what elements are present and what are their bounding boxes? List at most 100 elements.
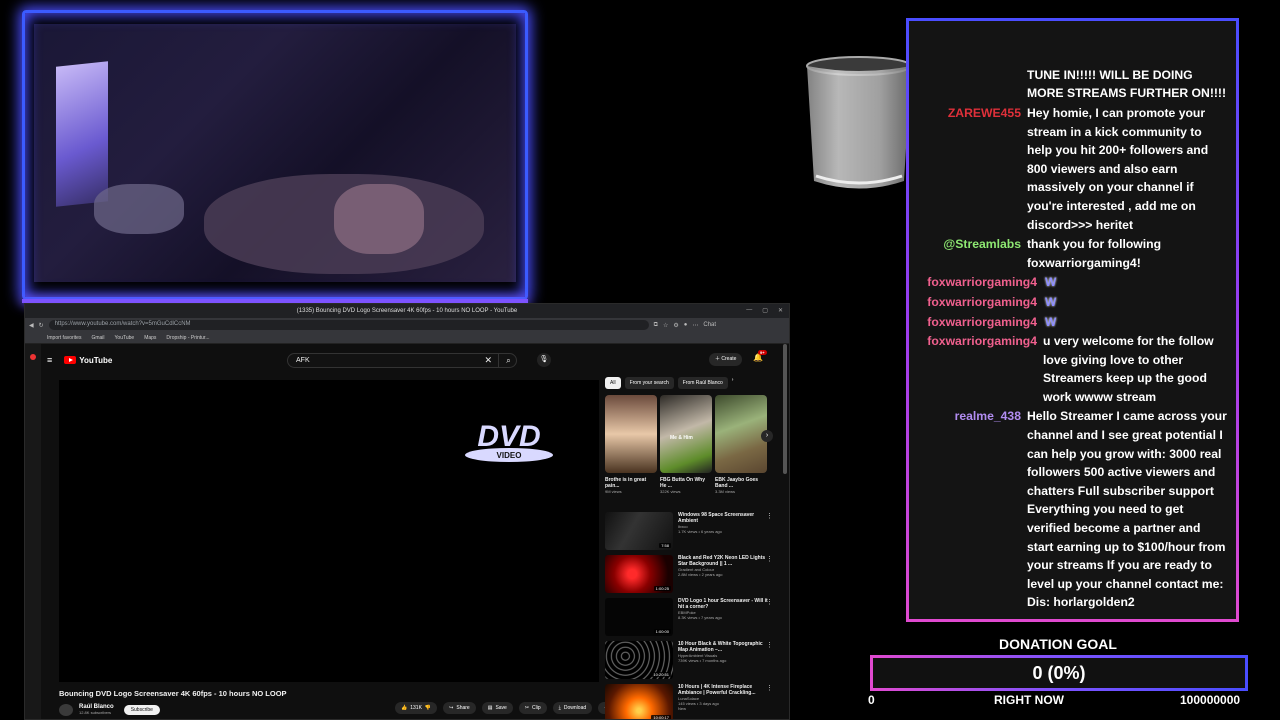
recommended-title[interactable]: DVD Logo 1 hour Screensaver - Will it hi… [678, 598, 768, 610]
chat-username[interactable]: ZAREWE455 [909, 104, 1027, 234]
chip-from-search[interactable]: From your search [624, 377, 674, 389]
page-scrollbar[interactable] [783, 344, 787, 474]
video-thumbnail[interactable]: 7:58 [605, 512, 673, 550]
side-strip-icon[interactable] [30, 354, 36, 360]
short-thumbnail[interactable] [605, 395, 657, 473]
search-input[interactable]: AFK ✕ ⌕ [287, 353, 517, 368]
hamburger-menu-icon[interactable]: ≡ [47, 355, 52, 365]
subscribe-button[interactable]: Subscribe [123, 705, 160, 715]
recommended-video[interactable]: 7:58 Windows 98 Space Screensaver Ambient… [605, 512, 773, 554]
recommended-video[interactable]: 10:00:17 10 Hours | 4K Intense Fireplace … [605, 684, 773, 720]
video-title: Bouncing DVD Logo Screensaver 4K 60fps -… [59, 689, 287, 698]
more-options-icon[interactable]: ⋮ [766, 684, 773, 692]
short-title[interactable]: EBK Jaaybo Goes Band ... 3.3M views [715, 477, 767, 495]
chat-button[interactable]: Chat [703, 322, 716, 328]
tab-title[interactable]: (1335) Bouncing DVD Logo Screensaver 4K … [297, 308, 517, 314]
browser-menu-icon[interactable]: ⋯ [692, 322, 698, 329]
create-label: Create [721, 356, 737, 362]
more-options-icon[interactable]: ⋮ [766, 555, 773, 563]
chat-message: ZAREWE455 Hey homie, I can promote your s… [909, 104, 1229, 234]
video-thumbnail[interactable]: 1:00:25 [605, 555, 673, 593]
filter-chips: All From your search From Raúl Blanco › [605, 377, 733, 389]
minimize-icon[interactable]: — [746, 307, 752, 314]
short-title-text: Brothe is in great pain... [605, 477, 647, 489]
video-info: 10 Hour Black & White Topographic Map An… [678, 641, 768, 683]
recommended-meta: 739K views • 7 months ago [678, 658, 727, 663]
save-button[interactable]: ▤ Save [481, 702, 513, 714]
recommended-title[interactable]: Black and Red Y2K Neon LED Lights Star B… [678, 555, 768, 567]
youtube-logo[interactable]: YouTube [64, 356, 112, 365]
close-window-icon[interactable]: ✕ [778, 307, 783, 314]
bookmark-item[interactable]: YouTube [115, 335, 135, 341]
extensions-icon[interactable]: ⧉ [654, 322, 658, 329]
more-options-icon[interactable]: ⋮ [766, 598, 773, 606]
download-label: Download [563, 705, 587, 711]
recommendations-list: 7:58 Windows 98 Space Screensaver Ambient… [605, 512, 773, 720]
video-duration: 1:00:00 [653, 629, 671, 634]
notifications-icon[interactable]: 🔔 9+ [753, 350, 767, 362]
w-emote-icon: W [1045, 314, 1057, 329]
recommended-title[interactable]: 10 Hours | 4K Intense Fireplace Ambiance… [678, 684, 768, 696]
profile-icon[interactable]: ● [684, 322, 688, 328]
bookmark-star-icon[interactable]: ☆ [663, 322, 668, 329]
short-thumbnail[interactable]: Me & Him [660, 395, 712, 473]
shorts-next-icon[interactable]: › [761, 430, 773, 442]
chat-username[interactable]: foxwarriorgaming4 [909, 293, 1043, 312]
download-button[interactable]: ⤓ Download [552, 702, 593, 714]
video-duration: 10:00:17 [651, 715, 671, 720]
video-info: DVD Logo 1 hour Screensaver - Will it hi… [678, 598, 768, 640]
chat-username[interactable]: realme_438 [909, 407, 1027, 612]
bookmark-item[interactable]: Maps [144, 335, 156, 341]
short-title[interactable]: FBG Butta On Why He ... 322K views [660, 477, 712, 495]
short-title-text: EBK Jaaybo Goes Band ... [715, 477, 759, 489]
video-thumbnail[interactable]: 10:00:17 [605, 684, 673, 720]
recommended-title[interactable]: 10 Hour Black & White Topographic Map An… [678, 641, 768, 653]
chat-username[interactable]: foxwarriorgaming4 [909, 273, 1043, 292]
recommended-video[interactable]: 1:00:25 Black and Red Y2K Neon LED Lights… [605, 555, 773, 597]
video-thumbnail[interactable]: 10:20:51 [605, 641, 673, 679]
save-label: Save [495, 705, 507, 711]
chip-from-channel[interactable]: From Raúl Blanco [677, 377, 728, 389]
save-icon: ▤ [487, 705, 493, 711]
reload-icon[interactable]: ↻ [39, 322, 44, 329]
url-field[interactable]: https://www.youtube.com/watch?v=5mGuCdlC… [48, 320, 649, 330]
like-button[interactable]: 👍 131K 👎 [395, 702, 438, 714]
more-options-icon[interactable]: ⋮ [766, 512, 773, 520]
chat-text: TUNE IN!!!!! WILL BE DOING MORE STREAMS … [1027, 67, 1227, 101]
chat-username[interactable] [909, 66, 1027, 103]
chat-username[interactable]: foxwarriorgaming4 [909, 313, 1043, 332]
clip-button[interactable]: ✂ Clip [518, 702, 547, 714]
bookmark-item[interactable]: Import favorites [47, 335, 81, 341]
chat-username[interactable]: @Streamlabs [909, 235, 1027, 272]
search-value: AFK [296, 357, 310, 364]
create-button[interactable]: ＋ Create [709, 353, 743, 366]
back-icon[interactable]: ◀ [29, 322, 34, 329]
share-button[interactable]: ↪ Share [443, 702, 476, 714]
channel-avatar[interactable] [59, 704, 73, 716]
maximize-icon[interactable]: ▢ [762, 307, 768, 314]
video-actions: 👍131K👎 ↪Share ▤Save ✂Clip ⤓Download ⋯ [395, 702, 616, 714]
settings-icon[interactable]: ⚙ [673, 322, 678, 329]
more-options-icon[interactable]: ⋮ [766, 641, 773, 649]
donation-progress-bar: 0 (0%) [870, 655, 1248, 691]
recommended-video[interactable]: 1:00:00 DVD Logo 1 hour Screensaver - Wil… [605, 598, 773, 640]
recommended-title[interactable]: Windows 98 Space Screensaver Ambient [678, 512, 768, 524]
video-thumbnail[interactable]: 1:00:00 [605, 598, 673, 636]
search-icon[interactable]: ⌕ [498, 353, 518, 368]
clip-label: Clip [532, 705, 541, 711]
bookmark-item[interactable]: Gmail [91, 335, 104, 341]
short-title[interactable]: Brothe is in great pain... 9M views [605, 477, 657, 495]
recommended-video[interactable]: 10:20:51 10 Hour Black & White Topographi… [605, 641, 773, 683]
donation-goal-title: DONATION GOAL [999, 636, 1117, 652]
short-thumbnail[interactable] [715, 395, 767, 473]
mic-icon[interactable]: 🎙 [537, 353, 551, 367]
clear-search-icon[interactable]: ✕ [484, 355, 492, 366]
video-info: Windows 98 Space Screensaver Ambient Ibxc… [678, 512, 768, 554]
thumbs-up-icon: 👍 [401, 705, 408, 711]
chat-username[interactable]: foxwarriorgaming4 [909, 332, 1043, 406]
video-info: 10 Hours | 4K Intense Fireplace Ambiance… [678, 684, 768, 719]
bookmark-item[interactable]: Dropship - Printur... [166, 335, 209, 341]
chip-all[interactable]: All [605, 377, 621, 389]
chip-next-icon[interactable]: › [732, 377, 734, 389]
thumbs-down-icon[interactable]: 👎 [425, 705, 431, 711]
